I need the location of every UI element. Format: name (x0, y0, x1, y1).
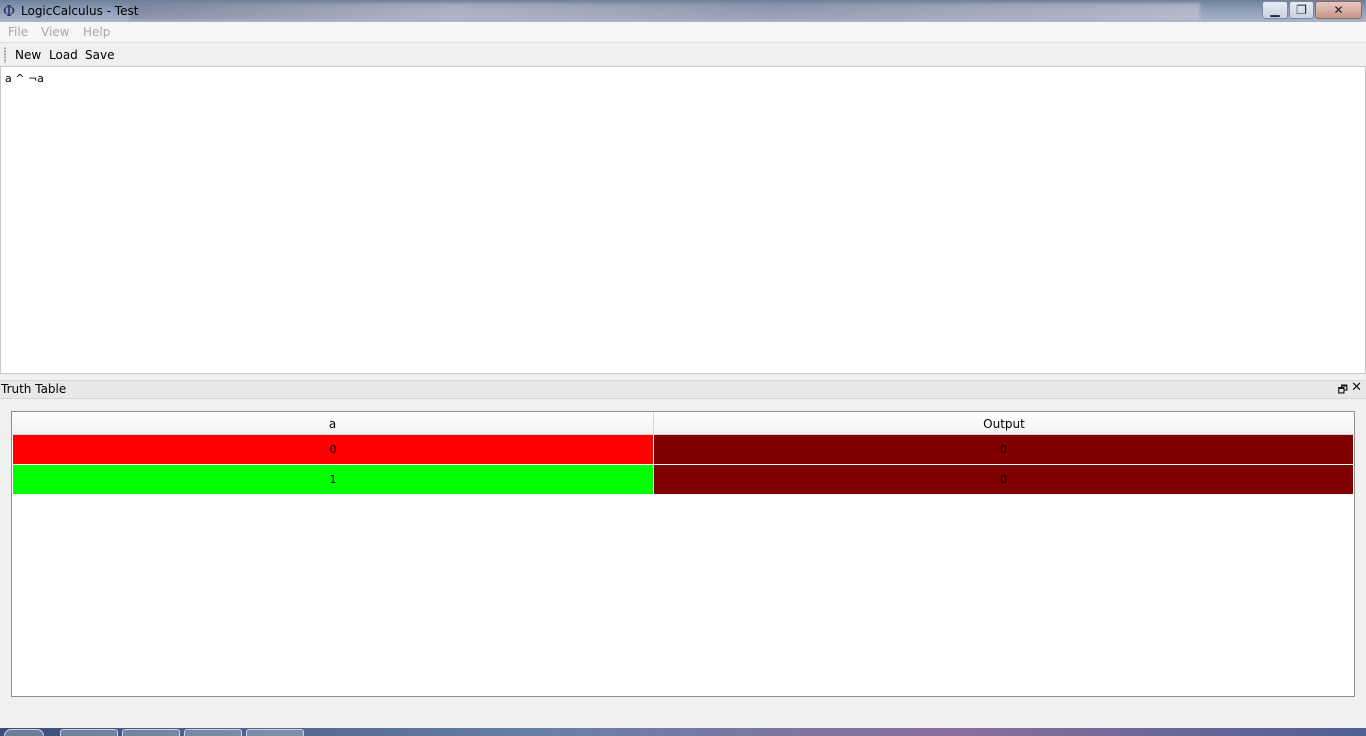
table-row[interactable]: 0 0 (13, 435, 1353, 464)
app-icon: Φ (2, 2, 16, 20)
menu-file[interactable]: File (8, 25, 28, 39)
taskbar-item[interactable] (122, 729, 180, 736)
toolbar: New Load Save (0, 43, 1366, 66)
menu-view[interactable]: View (41, 25, 69, 39)
dock-title: Truth Table (1, 382, 67, 396)
window-title: LogicCalculus - Test (21, 4, 139, 18)
maximize-button[interactable]: ❐ (1289, 1, 1314, 19)
taskbar-item[interactable] (246, 729, 304, 736)
close-dock-icon[interactable]: ✕ (1351, 380, 1362, 395)
cell-a: 0 (13, 435, 654, 464)
table-row[interactable]: 1 0 (13, 465, 1353, 494)
taskbar-item[interactable] (60, 729, 118, 736)
menu-help[interactable]: Help (83, 25, 110, 39)
expression-editor[interactable]: a ^ ¬a (0, 66, 1366, 374)
table-header: a Output (12, 412, 1354, 435)
restore-icon: ❐ (1296, 3, 1307, 17)
column-header-a[interactable]: a (12, 412, 654, 434)
close-button[interactable]: ✕ (1315, 1, 1362, 19)
start-button[interactable] (4, 729, 44, 736)
save-button[interactable]: Save (85, 48, 114, 62)
new-button[interactable]: New (15, 48, 41, 62)
cell-output: 0 (654, 435, 1353, 464)
float-dock-icon[interactable]: 🗗 (1338, 381, 1348, 400)
load-button[interactable]: Load (49, 48, 78, 62)
close-icon: ✕ (1333, 3, 1344, 17)
cell-output: 0 (654, 465, 1353, 494)
cell-a: 1 (13, 465, 654, 494)
taskbar-item[interactable] (184, 729, 242, 736)
blurred-taskbar-preview (130, 3, 1200, 20)
title-bar: Φ LogicCalculus - Test ▁ ❐ ✕ (0, 0, 1366, 22)
minimize-icon: ▁ (1270, 3, 1280, 17)
expression-text: a ^ ¬a (5, 72, 44, 85)
truth-table-dock-header: Truth Table 🗗 ✕ (0, 380, 1366, 399)
truth-table: a Output 0 0 1 0 (11, 411, 1355, 697)
minimize-button[interactable]: ▁ (1262, 1, 1288, 19)
column-header-output[interactable]: Output (654, 412, 1354, 434)
toolbar-grip-handle[interactable] (4, 47, 6, 63)
menu-bar: File View Help (0, 22, 1366, 43)
